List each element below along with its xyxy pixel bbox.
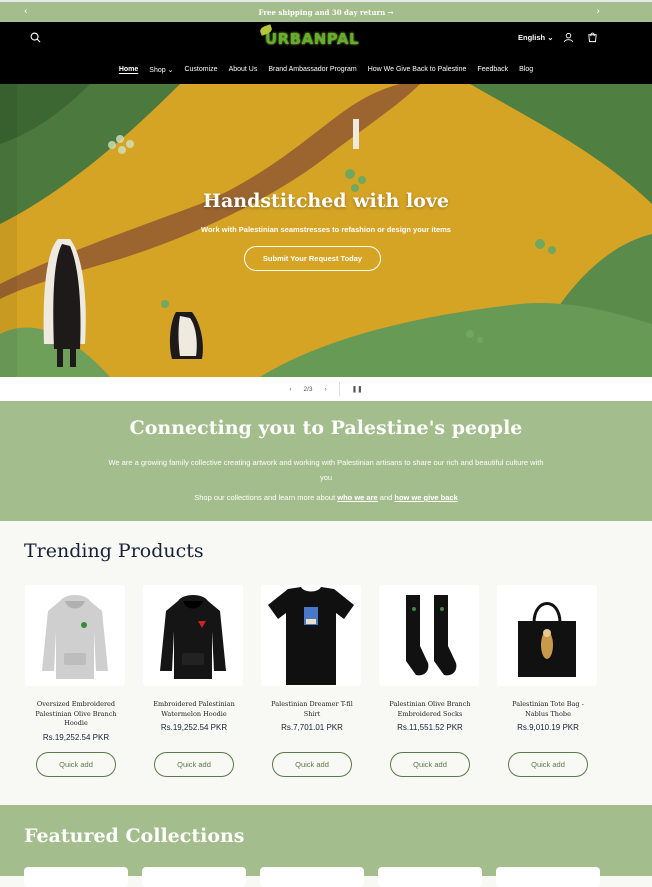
hero-subtitle: Work with Palestinian seamstresses to re… xyxy=(201,225,451,234)
quick-add-button[interactable]: Quick add xyxy=(272,752,352,777)
product-image[interactable] xyxy=(379,585,479,686)
product-card[interactable]: Oversized Embroidered Palestinian Olive … xyxy=(25,585,127,742)
language-selector[interactable]: English ⌄ xyxy=(518,33,553,42)
trending-title: Trending Products xyxy=(24,540,204,562)
cart-icon[interactable] xyxy=(585,30,599,44)
quick-add-button[interactable]: Quick add xyxy=(36,752,116,777)
divider xyxy=(338,382,340,396)
collection-card[interactable] xyxy=(378,867,482,887)
site-header: URBANPAL English ⌄ Home Shop ⌄ Customize… xyxy=(0,22,652,84)
submit-request-button[interactable]: Submit Your Request Today xyxy=(244,246,381,271)
slider-controls: ‹ 2/3 › ❚❚ xyxy=(0,377,652,401)
socks-black-icon xyxy=(406,594,457,675)
product-price: Rs.11,551.52 PKR xyxy=(397,723,463,732)
collection-card[interactable] xyxy=(260,867,364,887)
announcement-text[interactable]: Free shipping and 30 day return → xyxy=(258,8,393,17)
product-card[interactable]: Palestinian Dreamer T-fil Shirt Rs.7,701… xyxy=(261,585,363,732)
featured-title: Featured Collections xyxy=(24,825,245,847)
announcement-bar: ‹ Free shipping and 30 day return → › xyxy=(0,0,652,22)
featured-section: Featured Collections xyxy=(0,805,652,887)
hoodie-grey-icon xyxy=(42,594,108,679)
nav-blog[interactable]: Blog xyxy=(519,66,533,74)
logo-text: URBANPAL xyxy=(264,30,360,48)
product-image[interactable] xyxy=(497,585,597,686)
tote-bag-icon xyxy=(518,601,576,677)
logo[interactable]: URBANPAL xyxy=(258,24,362,50)
hero-title: Handstitched with love xyxy=(203,190,449,212)
hoodie-black-icon xyxy=(160,594,226,679)
product-name[interactable]: Palestinian Dreamer T-fil Shirt xyxy=(261,700,363,719)
mission-and-text: and xyxy=(379,493,393,502)
nav-about-us[interactable]: About Us xyxy=(229,66,258,74)
product-price: Rs.19,252.54 PKR xyxy=(160,723,228,732)
collection-card[interactable] xyxy=(142,867,246,887)
chevron-left-icon[interactable]: ‹ xyxy=(24,7,28,17)
product-price: Rs.19,252.54 PKR xyxy=(42,732,110,742)
quick-add-button[interactable]: Quick add xyxy=(154,752,234,777)
product-name[interactable]: Oversized Embroidered Palestinian Olive … xyxy=(25,700,127,729)
collection-card[interactable] xyxy=(496,867,600,887)
who-we-are-link[interactable]: who we are xyxy=(337,493,377,502)
chevron-down-icon: ⌄ xyxy=(167,67,174,74)
product-name[interactable]: Palestinian Olive Branch Embroidered Soc… xyxy=(379,700,481,719)
product-card[interactable]: Embroidered Palestinian Watermelon Hoodi… xyxy=(143,585,245,732)
nav-shop-label: Shop xyxy=(149,67,166,74)
slide-counter: 2/3 xyxy=(303,385,313,393)
product-image[interactable] xyxy=(25,585,125,686)
nav-shop[interactable]: Shop ⌄ xyxy=(149,66,173,74)
mission-title: Connecting you to Palestine's people xyxy=(129,417,523,439)
nav-feedback[interactable]: Feedback xyxy=(477,66,508,74)
product-card[interactable]: Palestinian Olive Branch Embroidered Soc… xyxy=(379,585,481,732)
main-nav: Home Shop ⌄ Customize About Us Brand Amb… xyxy=(0,66,652,74)
nav-give-back[interactable]: How We Give Back to Palestine xyxy=(368,66,467,74)
product-price: Rs.9,010.19 PKR xyxy=(517,723,579,732)
product-name[interactable]: Embroidered Palestinian Watermelon Hoodi… xyxy=(143,700,245,719)
pause-icon[interactable]: ❚❚ xyxy=(352,385,363,393)
nav-customize[interactable]: Customize xyxy=(184,66,217,74)
quick-add-button[interactable]: Quick add xyxy=(390,752,470,777)
hero-banner: Handstitched with love Work with Palesti… xyxy=(0,84,652,377)
quick-add-button[interactable]: Quick add xyxy=(508,752,588,777)
mission-paragraph: We are a growing family collective creat… xyxy=(108,458,544,482)
mission-shop-text: Shop our collections and learn more abou… xyxy=(194,493,336,502)
product-name[interactable]: Palestinian Tote Bag - Nablus Thobe xyxy=(497,700,599,719)
mission-links-line: Shop our collections and learn more abou… xyxy=(0,493,652,502)
product-image[interactable] xyxy=(143,585,243,686)
tshirt-black-icon xyxy=(266,585,356,686)
product-card[interactable]: Palestinian Tote Bag - Nablus Thobe Rs.9… xyxy=(497,585,599,732)
how-we-give-back-link[interactable]: how we give back xyxy=(394,493,457,502)
chevron-right-icon[interactable]: › xyxy=(325,386,327,393)
chevron-right-icon[interactable]: › xyxy=(596,7,600,17)
mission-section: Connecting you to Palestine's people We … xyxy=(0,401,652,521)
product-price: Rs.7,701.01 PKR xyxy=(281,723,343,732)
account-icon[interactable] xyxy=(561,30,575,44)
language-label: English xyxy=(518,33,546,42)
nav-brand-ambassador[interactable]: Brand Ambassador Program xyxy=(268,66,356,74)
collection-card[interactable] xyxy=(24,867,128,887)
search-icon[interactable] xyxy=(28,30,42,44)
product-image[interactable] xyxy=(261,585,361,686)
chevron-left-icon[interactable]: ‹ xyxy=(289,386,291,393)
trending-section: Trending Products Oversized Embroidered … xyxy=(0,521,652,805)
chevron-down-icon: ⌄ xyxy=(547,33,554,42)
nav-home[interactable]: Home xyxy=(119,66,138,74)
